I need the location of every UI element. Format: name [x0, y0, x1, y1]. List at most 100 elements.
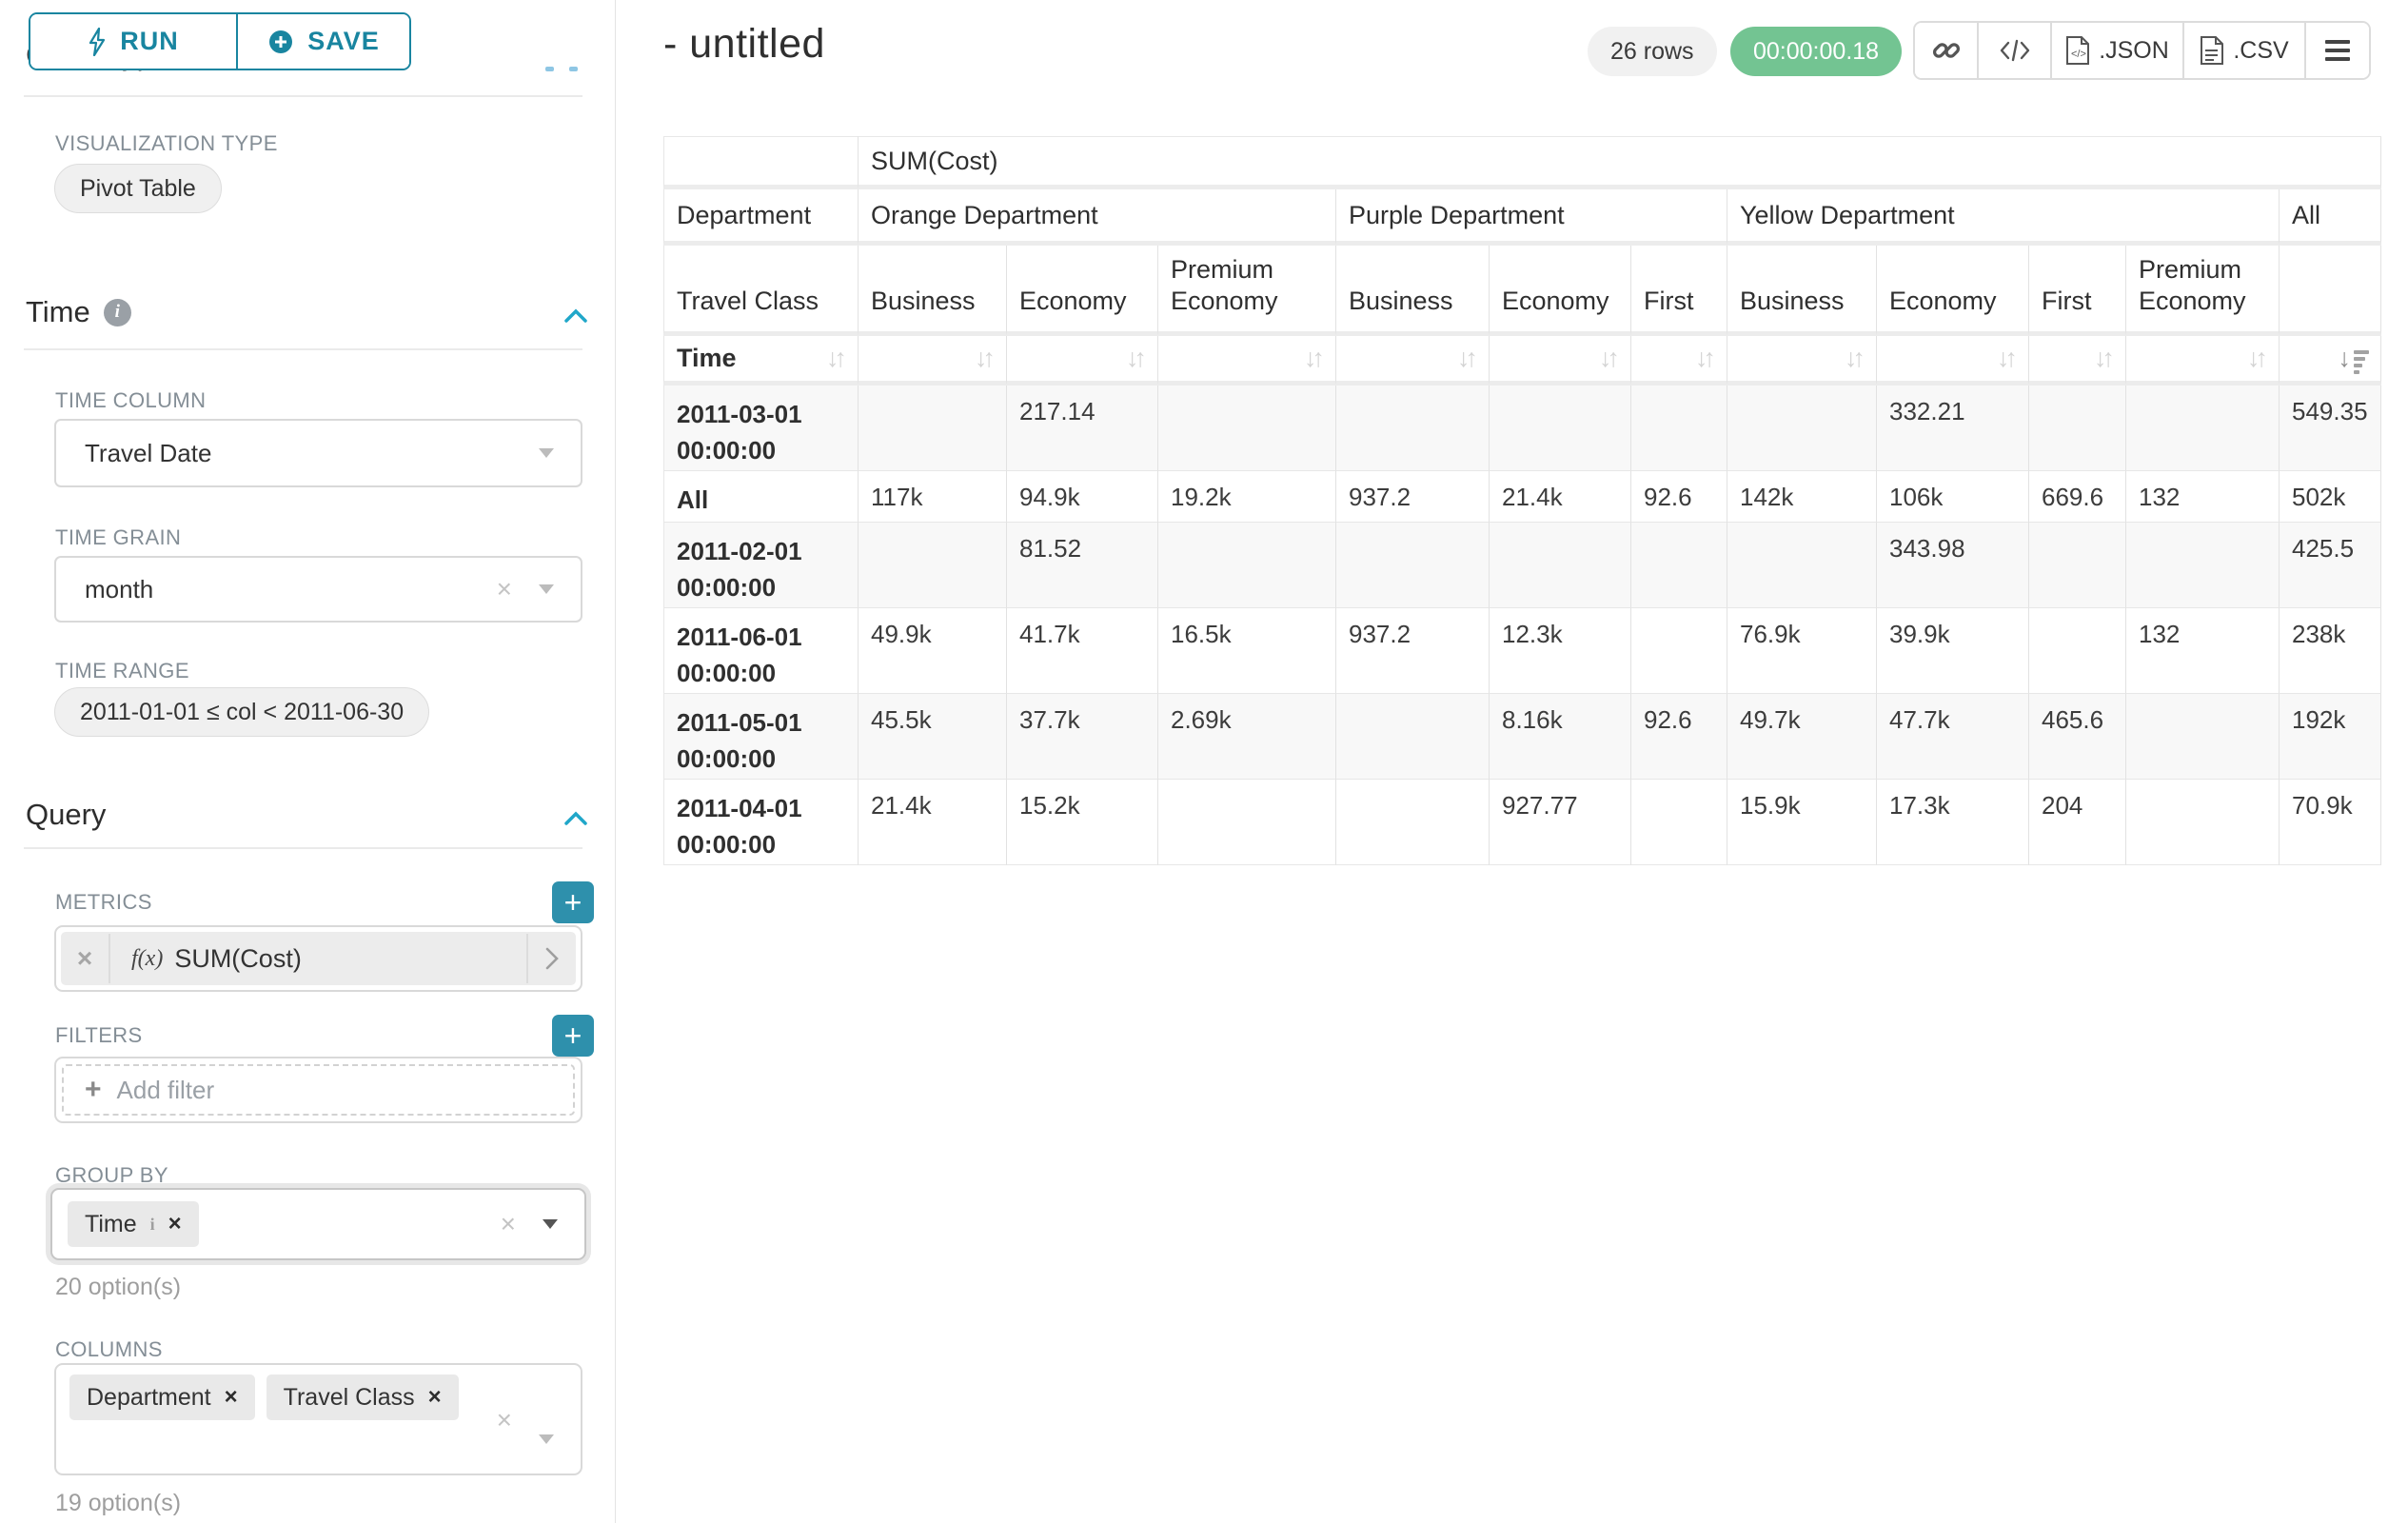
travel-class-cell [2280, 246, 2381, 336]
visualization-type-pill[interactable]: Pivot Table [54, 164, 222, 213]
sort-icon[interactable]: ↓↑ [1126, 344, 1146, 373]
filters-label: FILTERS [55, 1023, 143, 1048]
clear-icon[interactable]: × [497, 1405, 512, 1435]
time-range-pill[interactable]: 2011-01-01 ≤ col < 2011-06-30 [54, 687, 429, 737]
value-cell: 45.5k [859, 694, 1007, 780]
run-button[interactable]: RUN [30, 14, 238, 69]
value-cell [1490, 523, 1631, 608]
divider [24, 847, 582, 849]
value-cell [2126, 386, 2280, 471]
value-cell: 76.9k [1727, 608, 1877, 694]
sort-icon[interactable]: ↓↑ [2247, 344, 2267, 373]
value-cell [1631, 523, 1727, 608]
remove-chip-icon[interactable]: × [428, 1384, 442, 1411]
sort-icon[interactable]: ↓↑ [1304, 344, 1324, 373]
department-group-cell: Yellow Department [1727, 189, 2280, 246]
columns-chip[interactable]: Department × [69, 1375, 255, 1420]
clear-icon[interactable]: × [497, 574, 512, 604]
remove-chip-icon[interactable]: × [168, 1211, 182, 1237]
row-label-cell: 2011-06-01 00:00:00 [663, 608, 859, 694]
travel-class-cell: Economy [1007, 246, 1158, 336]
time-grain-label: TIME GRAIN [55, 525, 181, 550]
clipped-icon-dot [545, 67, 554, 71]
sort-icon[interactable]: ↓↑ [826, 344, 846, 373]
sort-icon[interactable]: ↓↑ [1599, 344, 1619, 373]
lightning-icon [88, 28, 107, 56]
value-cell [1336, 694, 1490, 780]
time-dimension-cell: Time↓↑ [663, 336, 859, 386]
chip-label: Time [85, 1211, 137, 1238]
remove-chip-icon[interactable]: × [225, 1384, 238, 1411]
value-cell [2029, 608, 2126, 694]
code-icon [2000, 38, 2030, 63]
export-csv-button[interactable]: .CSV [2184, 23, 2306, 78]
filters-control: + Add filter [54, 1057, 582, 1123]
value-cell: 106k [1877, 471, 2029, 523]
sort-icon[interactable]: ↓↑ [1695, 344, 1715, 373]
control-panel: Chart Type RUN SAVE VISUALIZATION TYPE P… [0, 0, 615, 1523]
metrics-label: METRICS [55, 890, 152, 915]
value-cell: 465.6 [2029, 694, 2126, 780]
value-cell: 669.6 [2029, 471, 2126, 523]
time-grain-select[interactable]: month × [54, 556, 582, 623]
value-cell: 21.4k [859, 780, 1007, 865]
value-cell [859, 523, 1007, 608]
chevron-up-icon[interactable] [563, 307, 588, 326]
copy-link-button[interactable] [1915, 23, 1979, 78]
value-cell: 192k [2280, 694, 2381, 780]
value-cell [1631, 386, 1727, 471]
row-label-cell: 2011-02-01 00:00:00 [663, 523, 859, 608]
sort-icon[interactable]: ↓↑ [2094, 344, 2114, 373]
chevron-up-icon[interactable] [563, 809, 588, 828]
csv-file-icon [2200, 36, 2224, 65]
remove-metric-icon[interactable]: × [61, 934, 110, 983]
columns-chip[interactable]: Travel Class × [266, 1375, 459, 1420]
add-filter-plus-button[interactable]: + [552, 1015, 594, 1057]
value-cell [1631, 780, 1727, 865]
chevron-down-icon [543, 1219, 558, 1229]
metric-body: f(x) SUM(Cost) [110, 944, 526, 974]
clear-icon[interactable]: × [501, 1209, 516, 1239]
export-json-button[interactable]: </> .JSON [2052, 23, 2184, 78]
value-cell [1727, 523, 1877, 608]
metric-pill[interactable]: × f(x) SUM(Cost) [61, 932, 576, 985]
value-cell: 937.2 [1336, 471, 1490, 523]
value-cell [1727, 386, 1877, 471]
sort-icon[interactable]: ↓↑ [1997, 344, 2017, 373]
columns-select[interactable]: Department × Travel Class × × [54, 1363, 582, 1475]
value-cell: 49.9k [859, 608, 1007, 694]
group-by-select[interactable]: Time i × × [50, 1188, 586, 1260]
sort-icon[interactable]: ↓↑ [1457, 344, 1477, 373]
results-menu-button[interactable] [2306, 23, 2369, 78]
chevron-right-icon[interactable] [526, 934, 576, 983]
columns-label: COLUMNS [55, 1337, 163, 1362]
value-cell: 343.98 [1877, 523, 2029, 608]
value-cell [1158, 386, 1336, 471]
sort-icon[interactable]: ↓↑ [975, 344, 995, 373]
chart-title[interactable]: - untitled [663, 21, 825, 68]
value-cell: 47.7k [1877, 694, 2029, 780]
value-cell [2126, 694, 2280, 780]
value-cell: 142k [1727, 471, 1877, 523]
add-filter-button[interactable]: + Add filter [62, 1064, 575, 1116]
sort-icon[interactable]: ↓↑ [1845, 344, 1865, 373]
plus-circle-icon [267, 29, 294, 55]
travel-class-dimension-cell: Travel Class [663, 246, 859, 336]
embed-code-button[interactable] [1979, 23, 2052, 78]
sort-desc-icon[interactable]: ↓ [2339, 344, 2370, 374]
value-cell: 204 [2029, 780, 2126, 865]
value-cell: 12.3k [1490, 608, 1631, 694]
row-count-badge: 26 rows [1588, 27, 1717, 76]
department-group-cell: Orange Department [859, 189, 1336, 246]
time-column-select[interactable]: Travel Date [54, 419, 582, 487]
add-metric-button[interactable]: + [552, 881, 594, 923]
table-row: 2011-04-01 00:00:0021.4k15.2k927.7715.9k… [663, 780, 2381, 865]
value-cell [1336, 780, 1490, 865]
value-cell: 16.5k [1158, 608, 1336, 694]
save-label: SAVE [307, 27, 380, 56]
time-column-label: TIME COLUMN [55, 388, 206, 413]
chevron-down-icon [539, 1434, 554, 1444]
save-button[interactable]: SAVE [238, 14, 409, 69]
group-by-chip[interactable]: Time i × [68, 1201, 199, 1247]
department-group-cell: Purple Department [1336, 189, 1727, 246]
